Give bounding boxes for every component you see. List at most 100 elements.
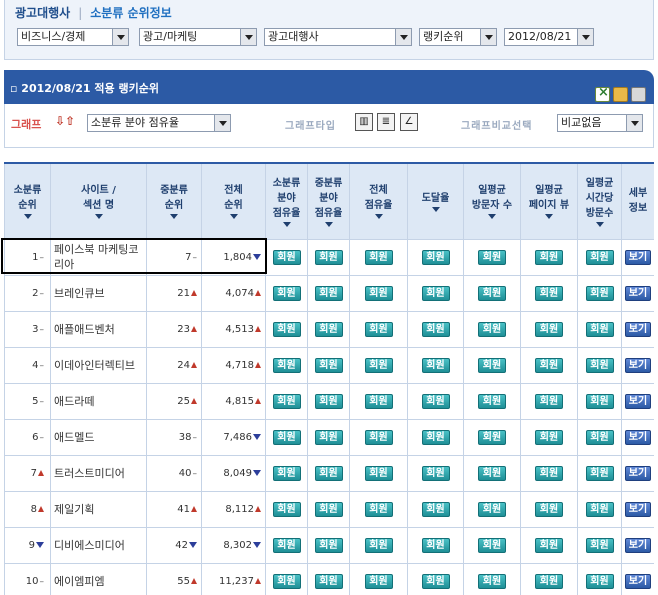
- view-detail-button[interactable]: 보기: [625, 357, 651, 373]
- graph-compare-select[interactable]: 비교없음: [557, 114, 643, 132]
- ranking-type-select[interactable]: 랭키순위: [419, 28, 497, 46]
- sort-updown-icon[interactable]: ⇩⇧: [55, 114, 75, 128]
- view-detail-button[interactable]: 보기: [625, 537, 651, 553]
- member-only-button[interactable]: 회원: [314, 573, 343, 589]
- view-detail-button[interactable]: 보기: [625, 321, 651, 337]
- site-name[interactable]: 애드라떼: [50, 382, 147, 420]
- view-detail-button[interactable]: 보기: [625, 285, 651, 301]
- member-only-button[interactable]: 회원: [272, 429, 301, 445]
- member-only-button[interactable]: 회원: [421, 465, 450, 481]
- member-only-button[interactable]: 회원: [364, 537, 393, 553]
- member-only-button[interactable]: 회원: [478, 465, 506, 481]
- member-only-button[interactable]: 회원: [535, 465, 563, 481]
- column-header-10[interactable]: 일평균 시간당 방문수: [577, 162, 622, 240]
- view-detail-button[interactable]: 보기: [625, 573, 651, 589]
- member-only-button[interactable]: 회원: [272, 465, 301, 481]
- member-only-button[interactable]: 회원: [421, 573, 450, 589]
- column-header-1[interactable]: 사이트 / 섹션 명: [50, 162, 147, 240]
- view-detail-button[interactable]: 보기: [625, 249, 651, 265]
- site-name[interactable]: 브레인큐브: [50, 274, 147, 312]
- member-only-button[interactable]: 회원: [364, 465, 393, 481]
- list-chart-icon[interactable]: ≣: [377, 113, 395, 131]
- member-only-button[interactable]: 회원: [478, 573, 506, 589]
- member-only-button[interactable]: 회원: [535, 573, 563, 589]
- site-name[interactable]: 디비에스미디어: [50, 526, 147, 564]
- member-only-button[interactable]: 회원: [535, 393, 563, 409]
- site-name[interactable]: 이데아인터렉티브: [50, 346, 147, 384]
- member-only-button[interactable]: 회원: [314, 393, 343, 409]
- column-header-0[interactable]: 소분류 순위: [4, 162, 51, 240]
- member-only-button[interactable]: 회원: [314, 249, 343, 265]
- member-only-button[interactable]: 회원: [478, 393, 506, 409]
- view-detail-button[interactable]: 보기: [625, 465, 651, 481]
- member-only-button[interactable]: 회원: [585, 465, 614, 481]
- member-only-button[interactable]: 회원: [478, 357, 506, 373]
- member-only-button[interactable]: 회원: [535, 285, 563, 301]
- member-only-button[interactable]: 회원: [314, 465, 343, 481]
- member-only-button[interactable]: 회원: [364, 429, 393, 445]
- line-chart-icon[interactable]: ∠: [400, 113, 418, 131]
- member-only-button[interactable]: 회원: [535, 321, 563, 337]
- column-header-8[interactable]: 일평균 방문자 수: [463, 162, 521, 240]
- member-only-button[interactable]: 회원: [535, 429, 563, 445]
- member-only-button[interactable]: 회원: [421, 501, 450, 517]
- member-only-button[interactable]: 회원: [585, 393, 614, 409]
- member-only-button[interactable]: 회원: [314, 321, 343, 337]
- category-select-1[interactable]: 비즈니스/경제: [17, 28, 129, 46]
- mail-icon[interactable]: [613, 87, 628, 102]
- member-only-button[interactable]: 회원: [421, 429, 450, 445]
- column-header-2[interactable]: 중분류 순위: [146, 162, 202, 240]
- print-icon[interactable]: [631, 87, 646, 102]
- date-select[interactable]: 2012/08/21: [504, 28, 594, 46]
- column-header-4[interactable]: 소분류 분야 점유율: [265, 162, 308, 240]
- member-only-button[interactable]: 회원: [364, 573, 393, 589]
- column-header-7[interactable]: 도달율: [407, 162, 464, 240]
- member-only-button[interactable]: 회원: [478, 321, 506, 337]
- member-only-button[interactable]: 회원: [272, 357, 301, 373]
- member-only-button[interactable]: 회원: [364, 285, 393, 301]
- site-name[interactable]: 에이엠피엠: [50, 562, 147, 595]
- member-only-button[interactable]: 회원: [535, 501, 563, 517]
- member-only-button[interactable]: 회원: [272, 285, 301, 301]
- member-only-button[interactable]: 회원: [478, 429, 506, 445]
- member-only-button[interactable]: 회원: [535, 249, 563, 265]
- graph-metric-select[interactable]: 소분류 분야 점유율: [87, 114, 231, 132]
- column-header-11[interactable]: 세부 정보: [621, 162, 654, 240]
- column-header-3[interactable]: 전체 순위: [201, 162, 266, 240]
- site-name[interactable]: 트러스트미디어: [50, 454, 147, 492]
- member-only-button[interactable]: 회원: [535, 357, 563, 373]
- column-header-9[interactable]: 일평균 페이지 뷰: [520, 162, 578, 240]
- view-detail-button[interactable]: 보기: [625, 393, 651, 409]
- member-only-button[interactable]: 회원: [272, 249, 301, 265]
- member-only-button[interactable]: 회원: [585, 573, 614, 589]
- member-only-button[interactable]: 회원: [364, 393, 393, 409]
- member-only-button[interactable]: 회원: [421, 321, 450, 337]
- member-only-button[interactable]: 회원: [585, 537, 614, 553]
- member-only-button[interactable]: 회원: [421, 393, 450, 409]
- member-only-button[interactable]: 회원: [421, 285, 450, 301]
- member-only-button[interactable]: 회원: [421, 357, 450, 373]
- member-only-button[interactable]: 회원: [314, 537, 343, 553]
- member-only-button[interactable]: 회원: [585, 429, 614, 445]
- member-only-button[interactable]: 회원: [314, 501, 343, 517]
- member-only-button[interactable]: 회원: [314, 357, 343, 373]
- site-name[interactable]: 페이스북 마케팅코리아: [50, 238, 147, 276]
- member-only-button[interactable]: 회원: [364, 357, 393, 373]
- member-only-button[interactable]: 회원: [364, 249, 393, 265]
- member-only-button[interactable]: 회원: [585, 285, 614, 301]
- bar-chart-icon[interactable]: ▥: [355, 113, 373, 131]
- site-name[interactable]: 애플애드벤처: [50, 310, 147, 348]
- member-only-button[interactable]: 회원: [478, 249, 506, 265]
- member-only-button[interactable]: 회원: [272, 501, 301, 517]
- member-only-button[interactable]: 회원: [535, 537, 563, 553]
- category-select-2[interactable]: 광고/마케팅: [139, 28, 257, 46]
- member-only-button[interactable]: 회원: [585, 249, 614, 265]
- excel-export-icon[interactable]: [595, 85, 610, 102]
- member-only-button[interactable]: 회원: [585, 357, 614, 373]
- member-only-button[interactable]: 회원: [314, 429, 343, 445]
- member-only-button[interactable]: 회원: [421, 537, 450, 553]
- member-only-button[interactable]: 회원: [364, 321, 393, 337]
- member-only-button[interactable]: 회원: [478, 285, 506, 301]
- member-only-button[interactable]: 회원: [272, 573, 301, 589]
- member-only-button[interactable]: 회원: [585, 321, 614, 337]
